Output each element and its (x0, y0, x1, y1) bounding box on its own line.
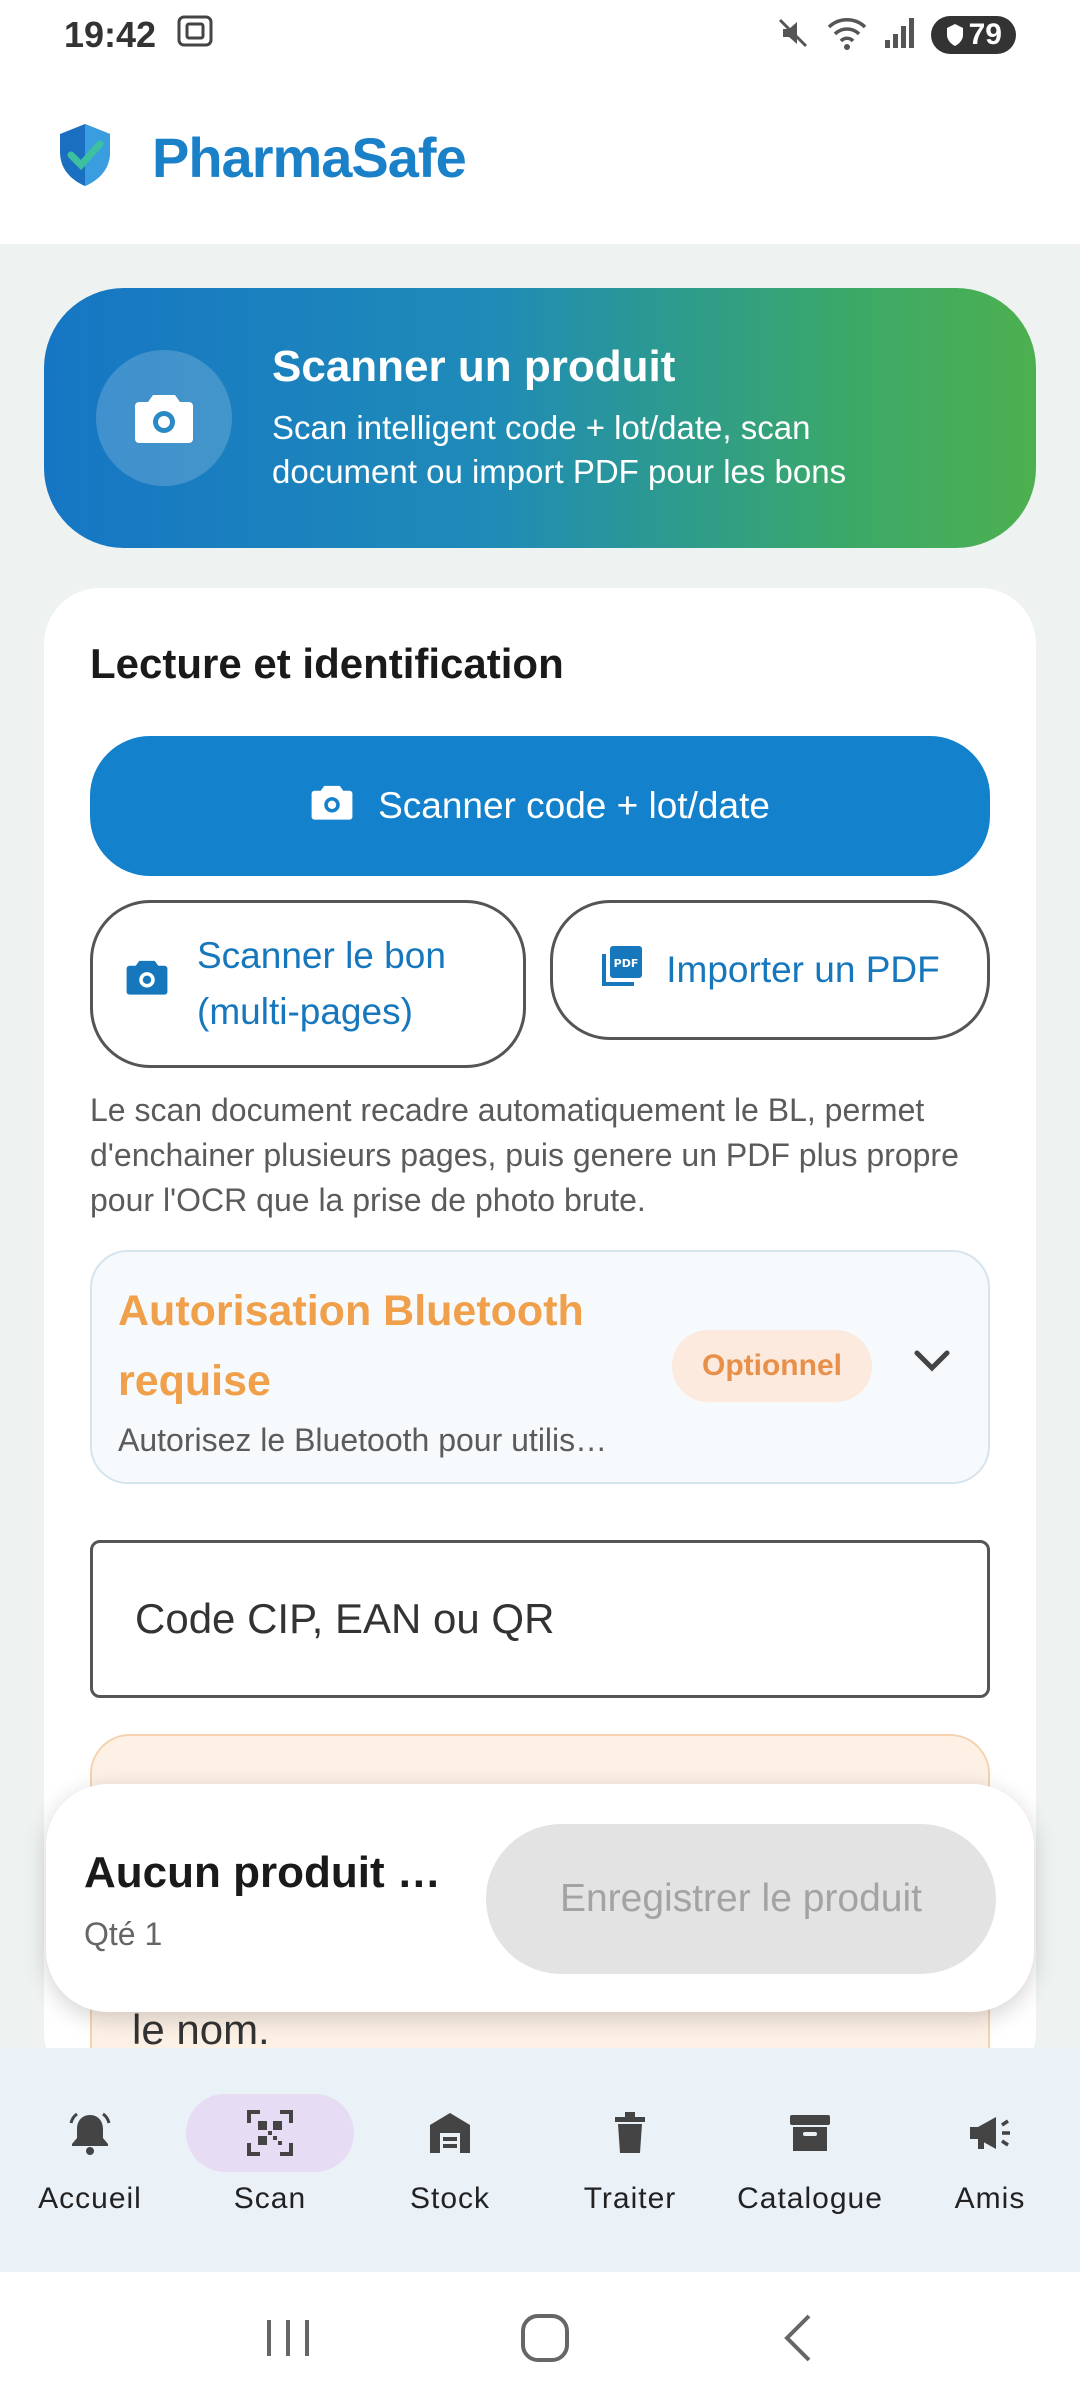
shield-check-icon (56, 122, 114, 193)
nav-label: Amis (954, 2182, 1026, 2215)
scan-code-lot-label: Scanner code + lot/date (378, 785, 770, 826)
app-header: PharmaSafe (0, 70, 1080, 244)
nav-label: Traiter (583, 2182, 677, 2215)
nav-label: Scan (233, 2182, 307, 2215)
qr-code-icon (186, 2094, 354, 2172)
scan-bon-button[interactable]: Scanner le bon (multi-pages) (90, 900, 526, 1068)
nav-item-amis[interactable]: Amis (900, 2048, 1080, 2272)
card-title: Lecture et identification (90, 640, 564, 687)
nav-label: Stock (409, 2182, 491, 2215)
scan-product-banner[interactable]: Scanner un produit Scan intelligent code… (44, 288, 1036, 548)
scan-code-lot-button[interactable]: Scanner code + lot/date (90, 736, 990, 876)
camera-icon (96, 350, 232, 486)
warehouse-icon (366, 2094, 534, 2172)
back-icon[interactable] (777, 2312, 817, 2369)
recent-apps-icon[interactable] (263, 2316, 313, 2365)
bluetooth-title: Autorisation Bluetooth requise (118, 1287, 584, 1405)
nav-item-catalogue[interactable]: Catalogue (720, 2048, 900, 2272)
trash-icon (546, 2094, 714, 2172)
screenshot-icon (176, 14, 214, 57)
chevron-down-icon[interactable] (912, 1348, 952, 1379)
bottom-navigation: Accueil Scan Stock Traiter Catalogue Ami… (0, 2048, 1080, 2272)
wifi-icon (825, 15, 869, 56)
nav-item-scan[interactable]: Scan (180, 2048, 360, 2272)
product-summary-title: Aucun produit … (84, 1848, 441, 1897)
battery-indicator: 79 (930, 16, 1016, 54)
camera-icon (125, 956, 169, 1012)
status-bar: 19:42 79 (0, 0, 1080, 70)
import-pdf-button[interactable]: PDF Importer un PDF (550, 900, 990, 1040)
home-icon[interactable] (519, 2312, 571, 2369)
shield-icon (946, 24, 963, 46)
code-input[interactable] (90, 1540, 990, 1698)
nav-label: Catalogue (737, 2182, 883, 2215)
import-pdf-label: Importer un PDF (666, 949, 940, 990)
banner-title: Scanner un produit (272, 342, 676, 391)
save-product-button[interactable]: Enregistrer le produit (486, 1824, 996, 1974)
scan-help-text: Le scan document recadre automatiquement… (90, 1092, 959, 1218)
nav-item-stock[interactable]: Stock (360, 2048, 540, 2272)
product-summary-card: Aucun produit … Qté 1 Enregistrer le pro… (46, 1784, 1034, 2012)
signal-icon (883, 16, 917, 55)
megaphone-icon (906, 2094, 1074, 2172)
product-quantity: Qté 1 (84, 1916, 163, 1952)
status-time: 19:42 (64, 14, 157, 55)
camera-icon (310, 783, 354, 830)
nav-item-accueil[interactable]: Accueil (0, 2048, 180, 2272)
bluetooth-subtitle: Autorisez le Bluetooth pour utilis… (118, 1422, 608, 1458)
battery-level: 79 (968, 18, 1002, 51)
nav-label: Accueil (38, 2182, 142, 2215)
archive-box-icon (726, 2094, 894, 2172)
nav-item-traiter[interactable]: Traiter (540, 2048, 720, 2272)
banner-subtitle: Scan intelligent code + lot/date, scan d… (272, 409, 847, 490)
system-navigation-bar (0, 2272, 1080, 2408)
bell-icon (6, 2094, 174, 2172)
svg-text:PDF: PDF (614, 957, 639, 970)
scan-bon-label: Scanner le bon (multi-pages) (197, 935, 446, 1032)
optional-badge: Optionnel (672, 1330, 872, 1402)
bluetooth-permission-panel[interactable]: Autorisation Bluetooth requise Autorisez… (90, 1250, 990, 1484)
warning-text: le nom. (132, 2006, 270, 2053)
mute-icon (775, 15, 811, 56)
pdf-file-icon: PDF (600, 944, 644, 997)
app-title: PharmaSafe (152, 125, 467, 189)
